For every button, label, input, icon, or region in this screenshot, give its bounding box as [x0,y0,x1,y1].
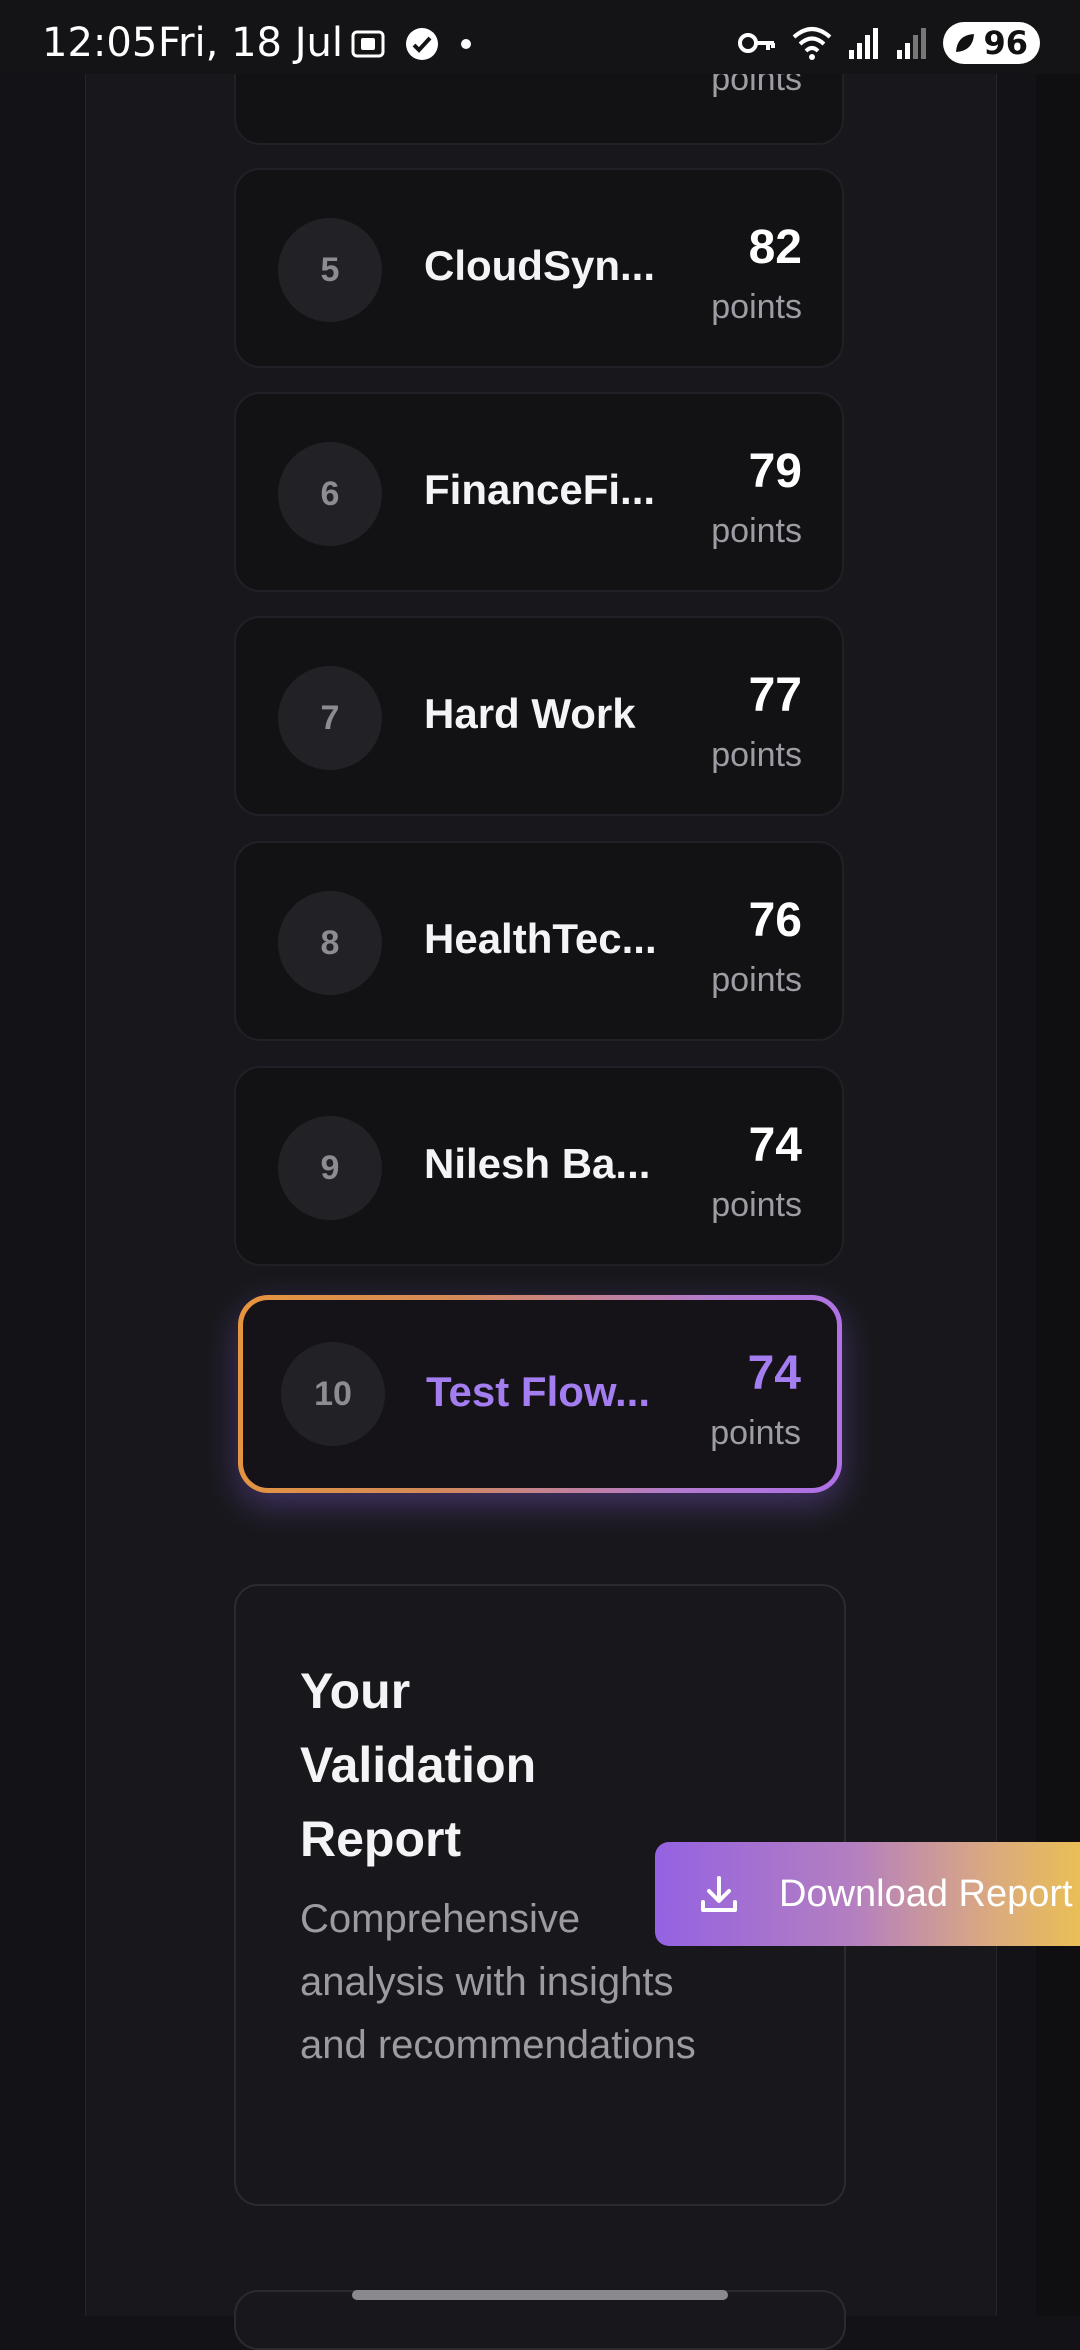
signal-icon [849,28,879,59]
status-bar: 12:05 Fri, 18 Jul 96 [0,0,1080,74]
rank-badge: 7 [278,666,382,770]
score-value: 76 [748,894,802,947]
system-icons: 96 [737,22,1040,64]
home-indicator[interactable] [352,2290,728,2300]
rank-badge: 6 [278,442,382,546]
team-name: Hard Work [424,690,636,737]
leaderboard-card[interactable]: 9 Nilesh Ba... 74 points [234,1066,844,1266]
team-name: HealthTec... [424,915,657,962]
leaderboard-card[interactable]: 7 Hard Work 77 points [234,616,844,816]
download-report-button[interactable]: Download Report [655,1842,1080,1946]
notification-icons [350,26,474,62]
score-value: 82 [748,221,802,274]
download-icon [701,1876,737,1912]
leaderboard-card-current-user[interactable]: 10 Test Flow... 74 points [238,1295,842,1493]
score-unit: points [711,512,802,550]
score-value: 79 [748,445,802,498]
rank-badge: 5 [278,218,382,322]
battery-indicator: 96 [943,22,1040,64]
rank-badge: 9 [278,1116,382,1220]
leaderboard-card[interactable]: 6 FinanceFi... 79 points [234,392,844,592]
rank-badge: 8 [278,891,382,995]
score-unit: points [711,1186,802,1224]
team-name: Nilesh Ba... [424,1140,651,1187]
right-edge [1036,0,1080,2316]
score-unit: points [710,1414,801,1452]
leaf-icon [956,34,975,52]
check-badge-icon [406,28,438,60]
score-unit: points [711,961,802,999]
status-date: Fri, 18 Jul [158,20,343,66]
battery-level: 96 [983,24,1028,62]
score-unit: points [711,288,802,326]
report-description: Comprehensive analysis with insights and… [300,1897,696,2067]
leaderboard-card[interactable]: 8 HealthTec... 76 points [234,841,844,1041]
dot-icon [461,39,471,49]
team-name: CloudSyn... [424,242,655,289]
score-unit: points [711,736,802,774]
leaderboard-card[interactable]: 5 CloudSyn... 82 points [234,168,844,368]
signal-icon-2 [897,28,927,59]
rank-badge: 10 [281,1342,385,1446]
score-value: 77 [748,669,802,722]
score-value: 74 [747,1347,801,1400]
score-value: 74 [748,1119,802,1172]
vpn-key-icon [738,33,776,53]
team-name: FinanceFi... [424,466,656,513]
status-time: 12:05 [42,20,158,66]
screenshot-icon [351,30,385,58]
wifi-icon [793,27,832,60]
download-report-label: Download Report [779,1872,1073,1915]
report-title: Your Validation Report [300,1663,537,1867]
team-name: Test Flow... [426,1368,651,1415]
